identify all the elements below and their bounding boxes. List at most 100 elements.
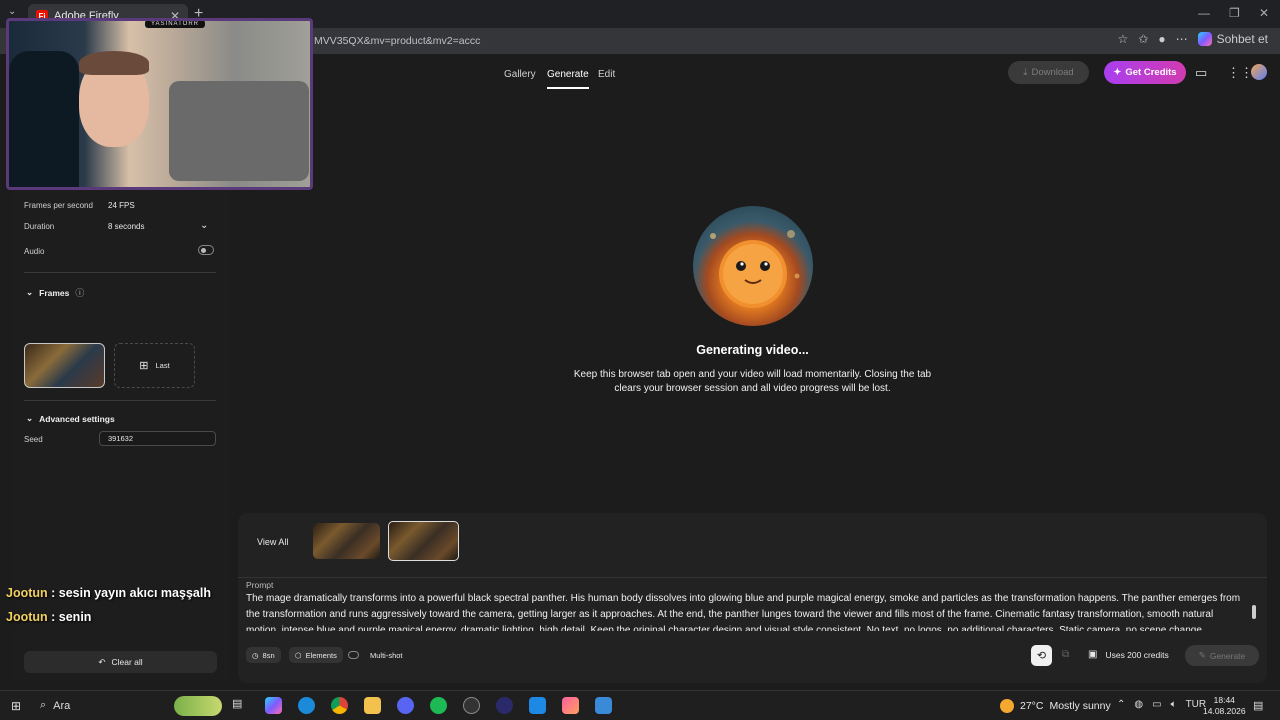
copilot-icon <box>1197 32 1212 46</box>
advanced-settings-title: Advanced settings <box>39 413 115 424</box>
widget-icon[interactable] <box>174 696 222 716</box>
webcam-overlay: YASINATORR <box>6 18 313 190</box>
audio-label: Audio <box>24 247 45 256</box>
app-icon[interactable] <box>595 697 612 714</box>
volume-icon[interactable]: 🔈︎ <box>1171 699 1177 710</box>
seed-input[interactable]: 391632 <box>99 431 216 446</box>
minimize-icon[interactable]: — <box>1198 6 1210 20</box>
obs-icon[interactable] <box>463 697 480 714</box>
clock-date: 14.08.2026 <box>1203 706 1246 716</box>
download-button[interactable]: ⤓ Download <box>1008 61 1089 84</box>
webcam-label: YASINATORR <box>145 21 206 28</box>
prompt-textarea[interactable]: The mage dramatically transforms into a … <box>246 591 1246 631</box>
notification-icon[interactable]: ▤ <box>1253 699 1263 712</box>
download-label: Download <box>1031 67 1074 78</box>
apps-grid-icon[interactable]: ⋮⋮ <box>1227 65 1253 81</box>
get-credits-label: Get Credits <box>1125 67 1177 78</box>
generate-label: Generate <box>1209 650 1246 661</box>
nav-generate[interactable]: Generate <box>547 69 589 89</box>
frames-section-header[interactable]: ⌄ Frames ⓘ <box>26 286 84 299</box>
fps-value[interactable]: 24 FPS <box>108 201 135 210</box>
duration-label: Duration <box>24 222 55 231</box>
chat-text: : sesin yayın akıcı maşşalh <box>47 586 211 600</box>
sohbet-button[interactable]: Sohbet et <box>1197 32 1268 46</box>
elements-chip[interactable]: ⬡ Elements <box>289 647 343 663</box>
advanced-settings-header[interactable]: ⌄ Advanced settings <box>26 413 115 424</box>
chevron-up-icon[interactable]: ⌃ <box>1117 699 1125 710</box>
file-explorer-icon[interactable] <box>364 697 381 714</box>
app-icon[interactable] <box>562 697 579 714</box>
favorites-icon[interactable]: ✩ <box>1138 32 1148 46</box>
clear-all-button[interactable]: ↶ Clear all <box>24 651 217 673</box>
get-credits-button[interactable]: ✦ Get Credits <box>1104 61 1186 84</box>
prompt-scrollbar[interactable] <box>1252 605 1256 619</box>
divider <box>24 400 216 401</box>
multishot-toggle[interactable] <box>348 651 359 659</box>
prompt-label: Prompt <box>246 580 274 590</box>
layers-icon[interactable]: ⧉ <box>1062 649 1069 660</box>
credits-cost: ▣ Uses 200 credits <box>1088 649 1169 660</box>
spotify-icon[interactable] <box>430 697 447 714</box>
chrome-icon[interactable] <box>331 697 348 714</box>
info-icon[interactable]: ⓘ <box>75 286 84 299</box>
last-frame-slot[interactable]: ⊞ Last <box>114 343 195 388</box>
taskbar-search[interactable]: ⌕ Ara <box>40 699 70 712</box>
chat-icon[interactable]: ▭ <box>1195 65 1207 81</box>
uses-credits-label: Uses 200 credits <box>1105 649 1169 660</box>
profile-icon[interactable]: ● <box>1158 32 1165 46</box>
sparkle-icon: ✎ <box>1198 650 1206 660</box>
system-tray: ⌃ ◍ ▭ 🔈︎ TUR <box>1117 699 1206 710</box>
windows-start-icon[interactable]: ⊞ <box>11 699 21 713</box>
more-menu-icon[interactable]: ⋯ <box>1176 32 1188 46</box>
history-button[interactable]: ⟲ <box>1031 645 1052 666</box>
generated-thumbnail[interactable] <box>313 523 380 559</box>
tab-list-chevron-icon[interactable]: ⌄ <box>8 6 16 17</box>
app-icon[interactable] <box>529 697 546 714</box>
avatar[interactable] <box>1251 64 1267 80</box>
prompt-composer: View All Prompt The mage dramatically tr… <box>238 513 1267 683</box>
divider <box>24 272 216 273</box>
windows-taskbar: ⊞ ⌕ Ara ▤ 27°C Mostly sunny ⌃ ◍ ▭ 🔈︎ TUR… <box>0 690 1280 720</box>
generate-button[interactable]: ✎ Generate <box>1185 645 1259 666</box>
last-frame-label: Last <box>155 361 170 370</box>
close-window-icon[interactable]: ✕ <box>1259 6 1269 20</box>
generating-description: Keep this browser tab open and your vide… <box>573 369 932 394</box>
view-all-link[interactable]: View All <box>257 537 288 547</box>
clock-time: 18:44 <box>1213 695 1235 705</box>
nav-gallery[interactable]: Gallery <box>504 69 536 80</box>
add-image-icon: ⊞ <box>139 360 149 372</box>
restore-icon[interactable]: ❐ <box>1229 6 1240 20</box>
chat-nick: Jootun <box>6 586 48 600</box>
edge-icon[interactable] <box>298 697 315 714</box>
weather-widget[interactable]: 27°C Mostly sunny <box>1000 699 1111 713</box>
weather-text: Mostly sunny <box>1049 700 1111 712</box>
chat-text: : senin <box>47 610 92 624</box>
task-view-icon[interactable]: ▤ <box>232 697 249 714</box>
url-field[interactable]: MVV35QX&mv=product&mv2=accc <box>314 35 480 47</box>
chat-nick: Jootun <box>6 610 48 624</box>
sun-icon <box>1000 699 1014 713</box>
history-icon: ⟲ <box>1036 650 1047 662</box>
generated-thumbnail-selected[interactable] <box>388 521 459 561</box>
credits-icon: ✦ <box>1113 67 1122 78</box>
favorite-star-icon[interactable]: ☆ <box>1118 32 1129 46</box>
clear-all-label: Clear all <box>111 657 143 667</box>
weather-temp: 27°C <box>1020 700 1044 712</box>
audio-toggle[interactable] <box>198 245 214 255</box>
duration-chip[interactable]: ◷ 8sn <box>246 647 281 663</box>
network-icon[interactable]: ▭ <box>1152 699 1161 710</box>
streamer-hair <box>79 51 149 75</box>
tray-app-icon[interactable]: ◍ <box>1134 699 1143 710</box>
app-icon[interactable] <box>496 697 513 714</box>
generating-preview-image <box>693 206 813 326</box>
clock[interactable]: 18:44 14.08.2026 <box>1203 695 1246 717</box>
first-frame-thumbnail[interactable] <box>24 343 105 388</box>
chevron-down-icon[interactable]: ⌄ <box>200 220 208 231</box>
duration-select[interactable]: 8 seconds <box>108 222 144 231</box>
nav-edit[interactable]: Edit <box>598 69 615 80</box>
chevron-down-icon: ⌄ <box>26 287 34 297</box>
copilot-icon[interactable] <box>265 697 282 714</box>
multishot-label: Multi-shot <box>370 651 403 660</box>
discord-icon[interactable] <box>397 697 414 714</box>
elements-chip-label: Elements <box>305 650 337 660</box>
